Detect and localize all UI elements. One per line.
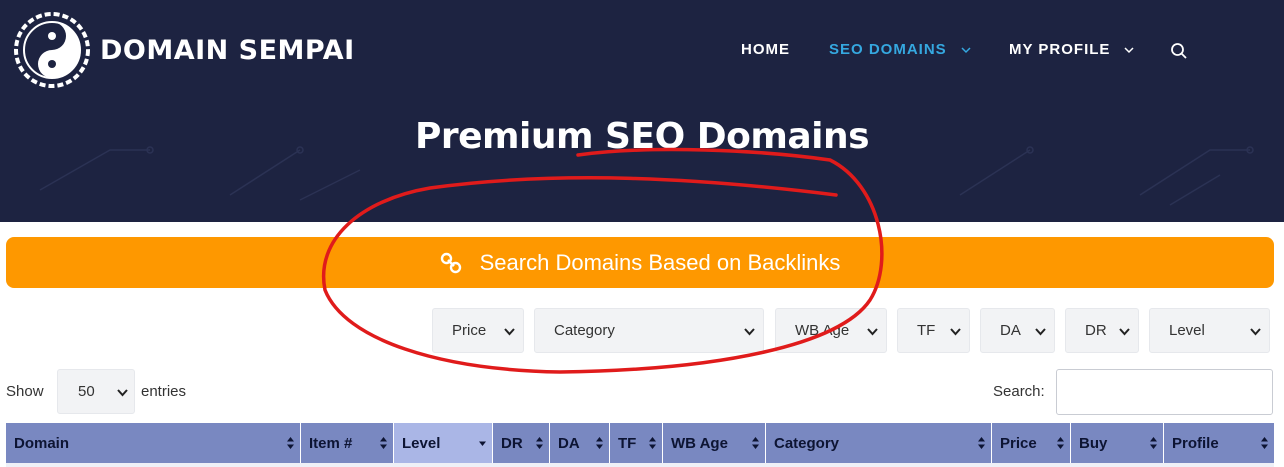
column-label: Price	[1000, 434, 1037, 452]
chevron-down-icon	[1124, 46, 1134, 53]
column-header-price[interactable]: Price	[992, 423, 1071, 463]
chevron-down-icon	[867, 328, 878, 336]
column-header-buy[interactable]: Buy	[1071, 423, 1164, 463]
category-filter-select[interactable]: Category	[534, 308, 764, 353]
nav-item-home[interactable]: HOME	[741, 41, 790, 58]
filter-label: WB Age	[795, 322, 850, 339]
column-header-dr[interactable]: DR	[493, 423, 550, 463]
yin-yang-logo-icon	[14, 12, 90, 88]
search-label: Search:	[993, 383, 1045, 400]
da-filter-select[interactable]: DA	[980, 308, 1055, 353]
sort-icon	[536, 437, 543, 449]
column-label: DA	[558, 434, 580, 452]
sort-icon	[1057, 437, 1064, 449]
wb-age-filter-select[interactable]: WB Age	[775, 308, 887, 353]
link-icon	[440, 252, 461, 273]
site-logo[interactable]: DOMAIN SEMPAI	[12, 10, 355, 90]
entries-per-page-select[interactable]: 50	[57, 369, 135, 414]
nav-item-seo-domains[interactable]: SEO DOMAINS	[829, 41, 971, 58]
nav-item-my-profile[interactable]: MY PROFILE	[1009, 41, 1134, 58]
column-label: Buy	[1079, 434, 1108, 452]
nav-item-label: SEO DOMAINS	[829, 41, 947, 58]
sort-descending-icon	[479, 441, 486, 446]
filter-label: DA	[1000, 322, 1021, 339]
nav-item-label: MY PROFILE	[1009, 41, 1111, 58]
filter-label: Level	[1169, 322, 1205, 339]
sort-icon	[380, 437, 387, 449]
chevron-down-icon	[1250, 328, 1261, 336]
cta-label: Search Domains Based on Backlinks	[479, 249, 841, 275]
show-label: Show	[6, 383, 44, 400]
entries-value: 50	[78, 383, 95, 400]
column-label: Category	[774, 434, 840, 452]
sort-icon	[596, 437, 603, 449]
search-icon[interactable]	[1170, 42, 1188, 60]
column-header-level[interactable]: Level	[394, 423, 493, 463]
level-filter-select[interactable]: Level	[1149, 308, 1270, 353]
search-by-backlinks-button[interactable]: Search Domains Based on Backlinks	[6, 237, 1274, 288]
column-header-tf[interactable]: TF	[610, 423, 663, 463]
table-header-row: Domain Item # Level DR DA TF WB Age Cate…	[6, 423, 1274, 463]
chevron-down-icon	[744, 328, 755, 336]
filter-label: TF	[917, 322, 936, 339]
filter-label: Price	[452, 322, 487, 339]
filter-label: DR	[1085, 322, 1107, 339]
sort-icon	[287, 437, 294, 449]
column-label: Level	[402, 434, 441, 452]
chevron-down-icon	[961, 46, 971, 53]
column-header-profile[interactable]: Profile	[1164, 423, 1274, 463]
sort-icon	[978, 437, 985, 449]
column-label: Item #	[309, 434, 353, 452]
price-filter-select[interactable]: Price	[432, 308, 524, 353]
column-label: WB Age	[671, 434, 728, 452]
column-label: Profile	[1172, 434, 1219, 452]
column-label: TF	[618, 434, 637, 452]
column-header-category[interactable]: Category	[766, 423, 992, 463]
sort-icon	[649, 437, 656, 449]
filter-label: Category	[554, 322, 615, 339]
sort-icon	[752, 437, 759, 449]
table-row	[6, 463, 1274, 467]
page-title: Premium SEO Domains	[414, 116, 870, 157]
column-header-wb-age[interactable]: WB Age	[663, 423, 766, 463]
column-header-da[interactable]: DA	[550, 423, 610, 463]
column-header-item-number[interactable]: Item #	[301, 423, 394, 463]
table-search-input[interactable]	[1056, 369, 1273, 415]
logo-text: DOMAIN SEMPAI	[100, 34, 355, 66]
chevron-down-icon	[1035, 328, 1046, 336]
column-label: DR	[501, 434, 523, 452]
site-header: DOMAIN SEMPAI HOME SEO DOMAINS MY PROFIL…	[0, 0, 1284, 222]
chevron-down-icon	[950, 328, 961, 336]
dr-filter-select[interactable]: DR	[1065, 308, 1139, 353]
chevron-down-icon	[1119, 328, 1130, 336]
tf-filter-select[interactable]: TF	[897, 308, 970, 353]
column-label: Domain	[14, 434, 70, 452]
sort-icon	[1261, 437, 1268, 449]
nav-item-label: HOME	[741, 41, 790, 58]
column-header-domain[interactable]: Domain	[6, 423, 301, 463]
chevron-down-icon	[504, 328, 515, 336]
entries-label: entries	[141, 383, 187, 400]
sort-icon	[1150, 437, 1157, 449]
chevron-down-icon	[117, 389, 128, 397]
